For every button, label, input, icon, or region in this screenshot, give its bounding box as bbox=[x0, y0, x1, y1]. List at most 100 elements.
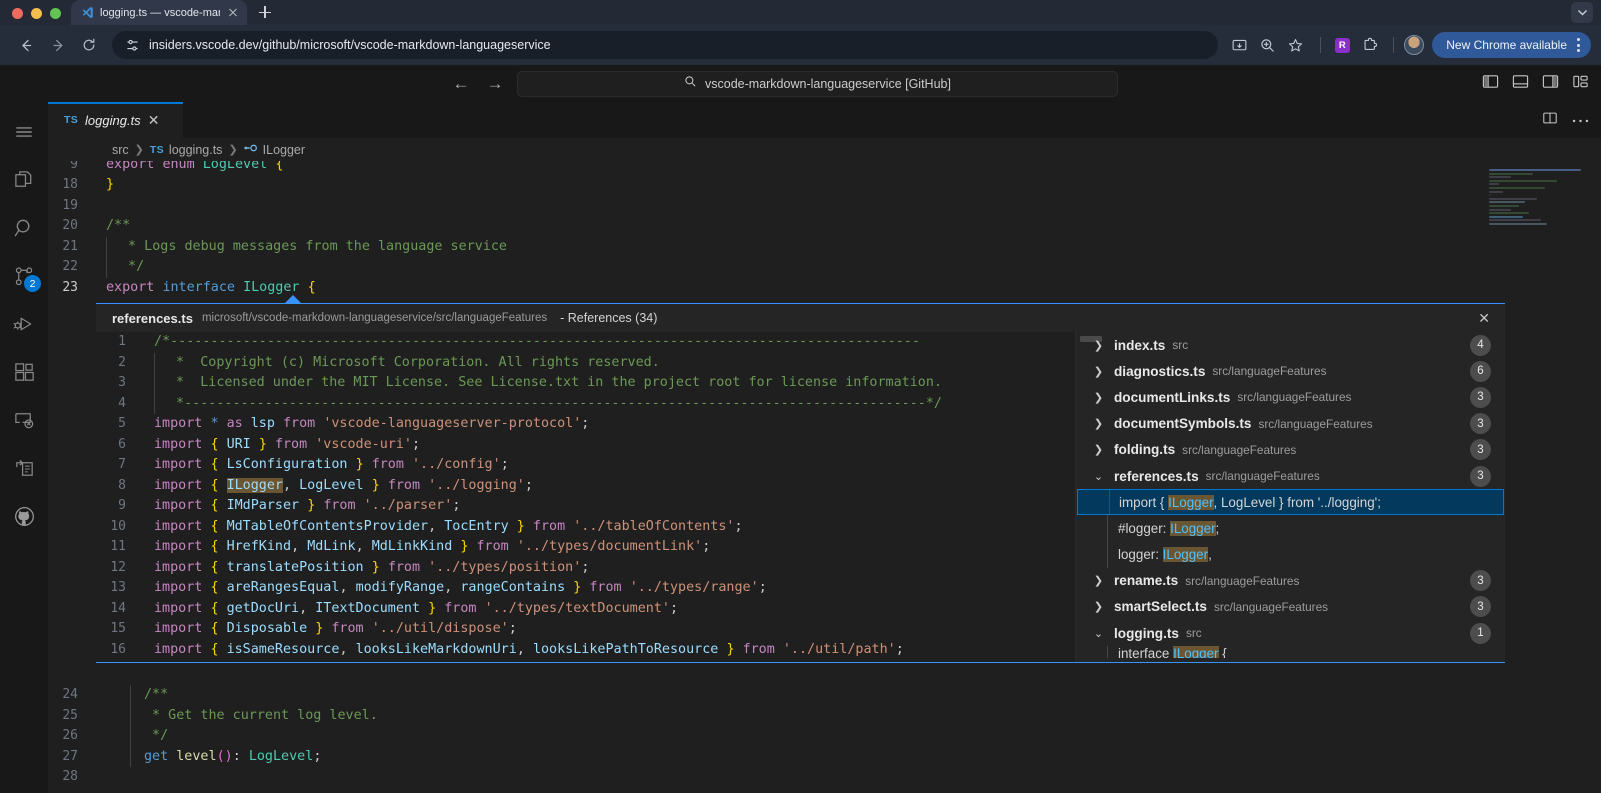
extensions-icon[interactable] bbox=[0, 348, 48, 396]
code-text: /*--------------------------------------… bbox=[144, 332, 920, 353]
chevron-right-icon[interactable]: ❯ bbox=[1090, 574, 1107, 587]
line-number: 22 bbox=[48, 257, 96, 278]
source-control-icon[interactable]: 2 bbox=[0, 252, 48, 300]
code-text: import { MdTableOfContentsProvider, TocE… bbox=[144, 517, 743, 538]
chevron-down-icon[interactable]: ⌄ bbox=[1090, 627, 1107, 640]
search-icon[interactable] bbox=[0, 204, 48, 252]
ref-text-pre: #logger: bbox=[1118, 521, 1170, 536]
chevron-down-icon[interactable]: ⌄ bbox=[1090, 470, 1107, 483]
tree-file-row[interactable]: ❯ documentLinks.ts src/languageFeatures … bbox=[1076, 384, 1505, 410]
code-line: 18 } bbox=[48, 175, 1601, 196]
ref-match: ILogger bbox=[1163, 547, 1208, 562]
vscode-titlebar: ← → vscode-markdown-languageservice [Git… bbox=[0, 65, 1601, 102]
chevron-right-icon[interactable]: ❯ bbox=[1090, 600, 1107, 613]
tree-file-row[interactable]: ❯ documentSymbols.ts src/languageFeature… bbox=[1076, 411, 1505, 437]
tree-file-count: 3 bbox=[1470, 570, 1491, 591]
tree-file-path: src/languageFeatures bbox=[1237, 390, 1351, 404]
breadcrumb-label: ILogger bbox=[263, 143, 305, 157]
tune-icon[interactable] bbox=[125, 38, 140, 53]
chevron-right-icon[interactable]: ❯ bbox=[1090, 339, 1107, 352]
editor-tab-label: logging.ts bbox=[85, 113, 141, 128]
interface-icon bbox=[244, 142, 258, 157]
breadcrumb-item-ilogger[interactable]: ILogger bbox=[244, 142, 305, 157]
extension-badge-label: R bbox=[1335, 38, 1350, 53]
tree-file-row-expanded[interactable]: ⌄ references.ts src/languageFeatures 3 bbox=[1076, 463, 1505, 489]
tree-reference-row[interactable]: logger: ILogger, bbox=[1076, 542, 1505, 568]
breadcrumb-item-src[interactable]: src bbox=[112, 143, 129, 157]
reload-button[interactable] bbox=[74, 30, 104, 60]
chevron-right-icon[interactable]: ❯ bbox=[1090, 365, 1107, 378]
tree-reference-row-selected[interactable]: import { ILogger, LogLevel } from '../lo… bbox=[1077, 489, 1504, 515]
tree-reference-row-partial[interactable]: interface ILogger { bbox=[1076, 646, 1505, 658]
chevron-right-icon[interactable]: ❯ bbox=[1090, 443, 1107, 456]
github-icon[interactable] bbox=[0, 492, 48, 540]
toggle-primary-sidebar-icon[interactable] bbox=[1482, 73, 1499, 95]
address-bar[interactable]: insiders.vscode.dev/github/microsoft/vsc… bbox=[112, 31, 1218, 59]
code-line: 2 * Copyright (c) Microsoft Corporation.… bbox=[96, 353, 1075, 374]
peek-references-view: references.ts microsoft/vscode-markdown-… bbox=[96, 303, 1505, 663]
tree-file-name: rename.ts bbox=[1114, 573, 1178, 588]
ports-icon[interactable] bbox=[0, 444, 48, 492]
peek-arrow bbox=[284, 295, 302, 304]
tree-file-row[interactable]: ❯ rename.ts src/languageFeatures 3 bbox=[1076, 568, 1505, 594]
ref-text-post: { bbox=[1219, 646, 1227, 658]
code-text: * Get the current log level. bbox=[130, 706, 378, 727]
toolbar-divider bbox=[1320, 37, 1321, 53]
new-tab-button[interactable] bbox=[254, 1, 276, 23]
back-button[interactable] bbox=[10, 30, 40, 60]
maximize-window-button[interactable] bbox=[50, 8, 61, 19]
peek-code-preview[interactable]: 1 /*------------------------------------… bbox=[96, 332, 1075, 662]
editor-tab-logging-ts[interactable]: TS logging.ts ✕ bbox=[48, 102, 183, 138]
code-text: get level(): LogLevel; bbox=[130, 747, 321, 768]
avatar[interactable] bbox=[1404, 35, 1424, 55]
forward-button[interactable] bbox=[42, 30, 72, 60]
line-number: 9 bbox=[96, 496, 144, 517]
editor-forward-button[interactable]: → bbox=[486, 74, 504, 94]
remote-explorer-icon[interactable] bbox=[0, 396, 48, 444]
toggle-secondary-sidebar-icon[interactable] bbox=[1542, 73, 1559, 95]
tree-reference-row[interactable]: #logger: ILogger; bbox=[1076, 515, 1505, 541]
puzzle-icon[interactable] bbox=[1357, 32, 1383, 58]
chevron-right-icon[interactable]: ❯ bbox=[1090, 417, 1107, 430]
typescript-icon: TS bbox=[150, 144, 164, 156]
menu-icon[interactable] bbox=[0, 108, 48, 156]
breadcrumb-label: src bbox=[112, 143, 129, 157]
chevron-down-icon[interactable] bbox=[1571, 2, 1593, 23]
browser-tab[interactable]: logging.ts — vscode-markdow bbox=[71, 0, 247, 25]
peek-reference-count: - References (34) bbox=[560, 311, 657, 325]
cast-icon[interactable] bbox=[1226, 32, 1252, 58]
editor-back-button[interactable]: ← bbox=[452, 74, 470, 94]
new-chrome-available-button[interactable]: New Chrome available bbox=[1432, 32, 1591, 58]
chevron-right-icon: ❯ bbox=[135, 143, 144, 156]
tree-file-row[interactable]: ❯ index.ts src 4 bbox=[1076, 332, 1505, 358]
customize-layout-icon[interactable] bbox=[1572, 73, 1589, 95]
code-text: import { Disposable } from '../util/disp… bbox=[144, 619, 517, 640]
tree-file-row[interactable]: ❯ diagnostics.ts src/languageFeatures 6 bbox=[1076, 358, 1505, 384]
close-window-button[interactable] bbox=[12, 8, 23, 19]
command-center[interactable]: vscode-markdown-languageservice [GitHub] bbox=[517, 71, 1118, 97]
run-and-debug-icon[interactable] bbox=[0, 300, 48, 348]
tree-file-path: src/languageFeatures bbox=[1258, 417, 1372, 431]
split-editor-icon[interactable] bbox=[1542, 110, 1558, 131]
peek-references-tree[interactable]: ❯ index.ts src 4 ❯ diagnostics.ts src/la… bbox=[1075, 332, 1505, 662]
close-icon[interactable]: ✕ bbox=[1473, 310, 1495, 327]
breadcrumb-item-logging-ts[interactable]: TS logging.ts bbox=[150, 143, 223, 157]
tree-file-row[interactable]: ❯ smartSelect.ts src/languageFeatures 3 bbox=[1076, 594, 1505, 620]
close-icon[interactable] bbox=[226, 6, 240, 20]
explorer-icon[interactable] bbox=[0, 156, 48, 204]
toggle-panel-icon[interactable] bbox=[1512, 73, 1529, 95]
line-number: 16 bbox=[96, 640, 144, 661]
more-actions-icon[interactable] bbox=[1572, 111, 1589, 129]
titlebar-actions bbox=[1482, 73, 1589, 95]
kebab-menu-icon[interactable] bbox=[1574, 38, 1583, 52]
tree-file-row[interactable]: ❯ folding.ts src/languageFeatures 3 bbox=[1076, 437, 1505, 463]
code-editor[interactable]: 9 export enum LogLevel { 18 } 19 20 /** bbox=[48, 161, 1601, 793]
close-icon[interactable]: ✕ bbox=[148, 113, 160, 127]
ref-text-post: , bbox=[1208, 547, 1212, 562]
chevron-right-icon[interactable]: ❯ bbox=[1090, 391, 1107, 404]
star-icon[interactable] bbox=[1282, 32, 1308, 58]
extension-badge[interactable]: R bbox=[1329, 32, 1355, 58]
tree-file-row-expanded[interactable]: ⌄ logging.ts src 1 bbox=[1076, 620, 1505, 646]
zoom-icon[interactable] bbox=[1254, 32, 1280, 58]
minimize-window-button[interactable] bbox=[31, 8, 42, 19]
